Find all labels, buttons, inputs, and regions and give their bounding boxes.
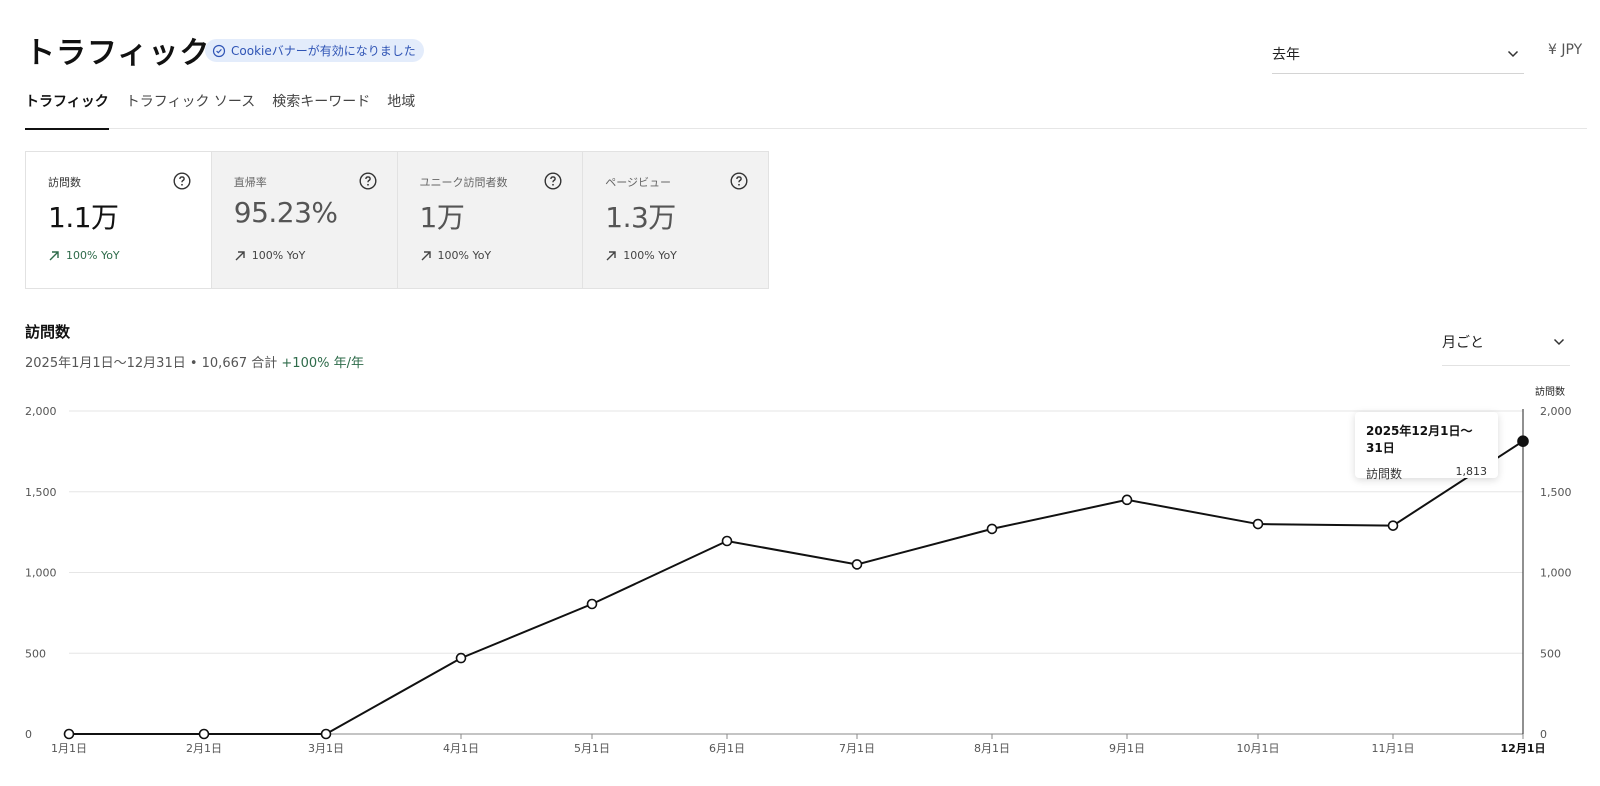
metric-yoy-text: 100% YoY <box>623 249 677 262</box>
data-point <box>320 728 332 740</box>
metric-card-bounce-rate[interactable]: 直帰率 95.23% 100% YoY <box>210 152 397 288</box>
metric-label: 訪問数 <box>48 176 81 189</box>
y-tick-label-right: 1,000 <box>1540 567 1572 580</box>
tooltip-value: 1,813 <box>1455 465 1488 478</box>
metric-card-visits[interactable]: 訪問数 1.1万 100% YoY <box>26 152 211 288</box>
y-tick-label-right: 2,000 <box>1540 405 1572 418</box>
yoy-change: +100% 年/年 <box>281 356 364 371</box>
x-tick-label: 6月1日 <box>709 742 745 755</box>
y-tick-label-right: 0 <box>1540 728 1547 741</box>
tab-traffic[interactable]: トラフィック <box>25 88 109 130</box>
x-tick-label: 3月1日 <box>308 742 344 755</box>
metric-label: ページビュー <box>605 176 672 189</box>
page-title: トラフィック <box>25 36 211 71</box>
arrow-up-right-icon <box>421 250 431 260</box>
chevron-down-icon <box>1553 338 1565 345</box>
x-tick-label: 10月1日 <box>1237 742 1280 755</box>
series-line-visits <box>69 440 1524 735</box>
y-tick-label-left: 500 <box>25 647 46 660</box>
tab-bar: トラフィック トラフィック ソース 検索キーワード 地域 <box>25 88 1587 130</box>
metric-yoy: 100% YoY <box>234 249 306 262</box>
metric-yoy: 100% YoY <box>605 249 677 262</box>
right-axis-title: 訪問数 <box>1535 385 1565 398</box>
badge-text: Cookieバナーが有効になりました <box>231 44 416 58</box>
metric-yoy-text: 100% YoY <box>437 249 492 262</box>
help-icon[interactable] <box>358 172 377 190</box>
x-tick-label: 7月1日 <box>839 742 875 755</box>
x-tick-label: 9月1日 <box>1109 742 1145 755</box>
tooltip-row: 訪問数 1,813 <box>1366 465 1487 482</box>
arrow-up-right-icon <box>49 250 59 260</box>
metric-card-page-views[interactable]: ページビュー 1.3万 100% YoY <box>582 152 768 288</box>
currency-label: ¥ JPY <box>1548 42 1583 58</box>
metric-value: 1.1万 <box>48 201 119 234</box>
granularity-select[interactable]: 月ごと <box>1442 324 1570 366</box>
tab-region[interactable]: 地域 <box>387 88 415 129</box>
x-tick-label: 8月1日 <box>974 742 1010 755</box>
x-tick-label: 4月1日 <box>443 742 479 755</box>
y-tick-label-left: 2,000 <box>25 405 57 418</box>
y-tick-label-left: 0 <box>25 728 32 741</box>
data-point <box>1517 435 1529 448</box>
period-select[interactable]: 去年 <box>1272 34 1524 74</box>
metric-value: 95.23% <box>233 196 338 229</box>
cookie-banner-badge: Cookieバナーが有効になりました <box>205 39 424 62</box>
x-tick-label: 12月1日 <box>1501 742 1546 755</box>
data-point <box>1252 518 1264 530</box>
chart-tooltip: 2025年12月1日〜31日 訪問数 1,813 <box>1355 412 1498 481</box>
x-tick-label: 11月1日 <box>1372 742 1415 755</box>
data-point <box>851 559 863 570</box>
help-icon[interactable] <box>730 172 748 190</box>
data-point <box>198 728 210 740</box>
y-tick-label-left: 1,500 <box>25 486 57 499</box>
metric-yoy-text: 100% YoY <box>66 249 120 262</box>
data-point <box>986 523 998 535</box>
help-icon[interactable] <box>173 172 191 190</box>
help-icon[interactable] <box>544 172 562 190</box>
x-tick-label: 1月1日 <box>51 742 87 755</box>
metric-cards: 訪問数 1.1万 100% YoY 直帰率 95.23% 100% YoY ユニ… <box>25 151 769 289</box>
chart-section-title: 訪問数 <box>25 323 71 341</box>
metric-card-unique-visitors[interactable]: ユニーク訪問者数 1万 100% YoY <box>396 152 583 288</box>
tooltip-label: 訪問数 <box>1366 467 1403 481</box>
y-tick-label-left: 1,000 <box>25 567 57 580</box>
chart-section-subtitle: 2025年1月1日〜12月31日 • 10,667 合計 +100% 年/年 <box>25 352 364 371</box>
data-point <box>586 598 598 610</box>
check-circle-icon <box>212 44 226 57</box>
metric-value: 1万 <box>419 201 465 234</box>
y-tick-label-right: 500 <box>1540 647 1561 660</box>
metric-yoy-text: 100% YoY <box>251 249 306 262</box>
data-point <box>721 535 733 547</box>
data-point <box>1387 520 1399 531</box>
date-range-total: 2025年1月1日〜12月31日 • 10,667 合計 <box>25 356 278 371</box>
x-tick-label: 2月1日 <box>186 742 222 755</box>
arrow-up-right-icon <box>235 250 245 260</box>
metric-label: ユニーク訪問者数 <box>419 176 508 189</box>
tab-search-keywords[interactable]: 検索キーワード <box>272 88 370 129</box>
tab-traffic-sources[interactable]: トラフィック ソース <box>126 88 255 129</box>
metric-yoy: 100% YoY <box>420 249 492 262</box>
arrow-up-right-icon <box>606 250 616 260</box>
metric-value: 1.3万 <box>605 201 676 234</box>
granularity-value: 月ごと <box>1442 334 1484 351</box>
chevron-down-icon <box>1507 50 1519 57</box>
period-select-value: 去年 <box>1272 46 1300 63</box>
data-point <box>63 728 75 740</box>
x-tick-label: 5月1日 <box>574 742 610 755</box>
data-point <box>455 652 467 664</box>
metric-yoy: 100% YoY <box>48 249 120 262</box>
metric-label: 直帰率 <box>233 176 267 189</box>
tooltip-title: 2025年12月1日〜31日 <box>1366 424 1473 455</box>
data-point <box>1121 494 1133 506</box>
y-tick-label-right: 1,500 <box>1540 486 1572 499</box>
